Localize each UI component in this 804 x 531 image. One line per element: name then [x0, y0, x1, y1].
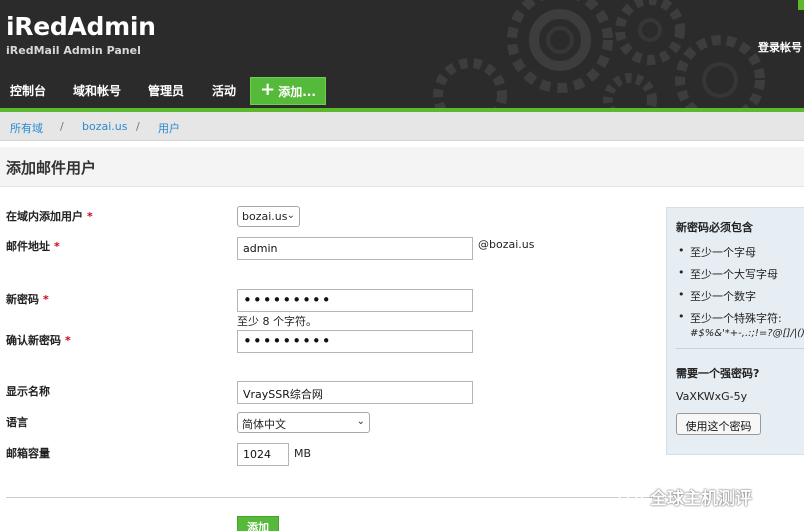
wechat-icon: [618, 486, 644, 507]
watermark-text: 全球主机测评: [650, 489, 752, 509]
breadcrumb-domain[interactable]: bozai.us: [82, 120, 127, 133]
password-length-hint: 至少 8 个字符。: [237, 315, 317, 328]
domain-select-value: bozai.us: [242, 210, 288, 223]
language-select-value: 简体中文: [242, 418, 286, 431]
corner-accent: [798, 0, 804, 10]
plus-icon: +: [260, 79, 276, 100]
required-mark: *: [87, 210, 93, 223]
quota-field[interactable]: 1024: [237, 443, 289, 466]
email-field[interactable]: admin: [237, 237, 473, 260]
breadcrumb-users[interactable]: 用户: [158, 120, 180, 136]
special-characters: #$%&'*+-,.:;!=?@[]/|(){}_`: [690, 328, 804, 339]
required-mark: *: [54, 240, 60, 253]
nav-domains-accounts[interactable]: 域和帐号: [73, 82, 121, 99]
form-divider: [6, 497, 660, 498]
password-rule-item: 至少一个数字: [676, 288, 782, 310]
page-title-bar: 添加邮件用户: [0, 147, 804, 187]
add-menu-button[interactable]: + 添加...: [250, 77, 326, 105]
confirm-password-label: 确认新密码 *: [6, 334, 71, 347]
email-label: 邮件地址 *: [6, 240, 60, 253]
watermark: 全球主机测评: [618, 484, 752, 509]
add-menu-label: 添加...: [278, 84, 316, 99]
new-password-label: 新密码 *: [6, 293, 49, 306]
email-domain-suffix: @bozai.us: [478, 238, 535, 251]
account-link[interactable]: 登录帐号: [758, 39, 802, 55]
brand-title: iRedAdmin: [6, 12, 156, 41]
chevron-down-icon: ⌄: [356, 416, 365, 427]
chevron-down-icon: ⌄: [286, 210, 295, 221]
required-mark: *: [43, 293, 49, 306]
quota-label: 邮箱容量: [6, 447, 50, 460]
page-title: 添加邮件用户: [6, 159, 97, 177]
language-select[interactable]: 简体中文 ⌄: [237, 412, 370, 433]
use-password-button[interactable]: 使用这个密码: [676, 413, 761, 435]
app-header: iRedAdmin iRedMail Admin Panel 登录帐号 控制台 …: [0, 0, 804, 112]
quota-unit: MB: [294, 447, 312, 460]
panel-title: 新密码必须包含: [676, 221, 753, 234]
generated-password: VaXKWxG-5y: [676, 390, 748, 403]
domain-select[interactable]: bozai.us ⌄: [237, 206, 300, 227]
breadcrumb-separator: /: [136, 120, 140, 133]
strong-password-question: 需要一个强密码?: [676, 367, 760, 380]
display-name-field[interactable]: VraySSR综合网: [237, 381, 473, 404]
nav-activities[interactable]: 活动: [212, 82, 236, 99]
breadcrumb-separator: /: [60, 120, 64, 133]
breadcrumb-all-domains[interactable]: 所有域: [10, 120, 43, 136]
new-password-field[interactable]: •••••••••: [237, 289, 473, 312]
display-name-label: 显示名称: [6, 385, 50, 398]
breadcrumb: 所有域 / bozai.us / 用户: [0, 112, 804, 141]
nav-dashboard[interactable]: 控制台: [10, 82, 46, 99]
panel-divider: [676, 348, 804, 349]
add-user-submit-button[interactable]: 添加: [237, 516, 279, 531]
confirm-password-field[interactable]: •••••••••: [237, 330, 473, 353]
required-mark: *: [65, 334, 71, 347]
domain-label: 在域内添加用户 *: [6, 210, 93, 223]
nav-admins[interactable]: 管理员: [148, 82, 184, 99]
password-rules-list: 至少一个字母 至少一个大写字母 至少一个数字 至少一个特殊字符:: [676, 244, 782, 332]
brand-subtitle: iRedMail Admin Panel: [6, 44, 141, 57]
password-rule-item: 至少一个大写字母: [676, 266, 782, 288]
password-requirements-panel: 新密码必须包含 至少一个字母 至少一个大写字母 至少一个数字 至少一个特殊字符:…: [666, 207, 804, 455]
language-label: 语言: [6, 416, 28, 429]
password-rule-item: 至少一个字母: [676, 244, 782, 266]
